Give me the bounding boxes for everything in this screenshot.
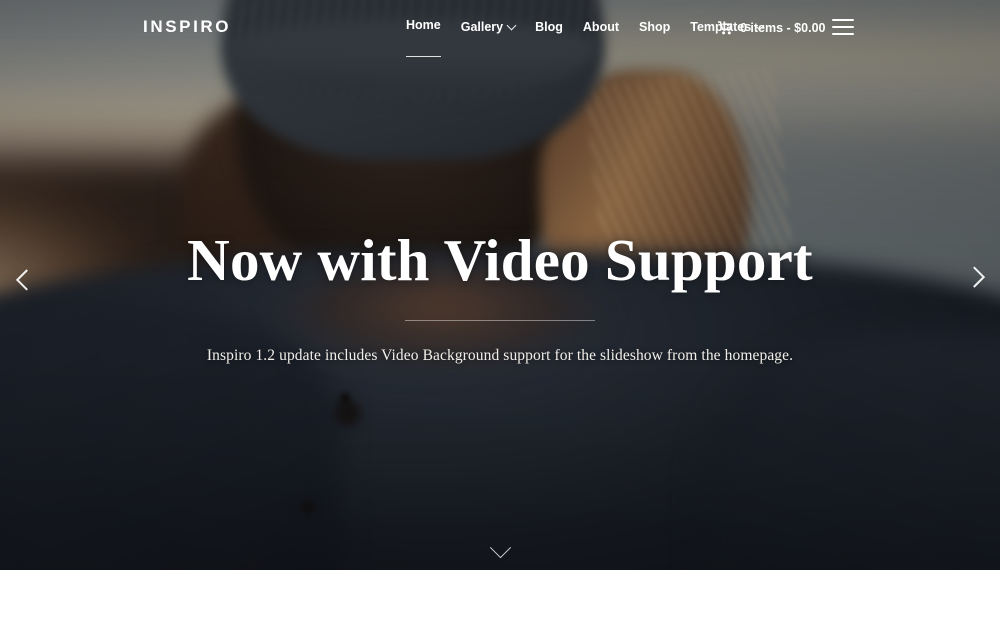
page-content-below-hero [0, 570, 1000, 625]
chevron-down-icon [506, 20, 517, 31]
hamburger-menu-icon[interactable] [832, 19, 854, 35]
cart-label: 0 items - $0.00 [740, 20, 826, 35]
slider-next-button[interactable] [956, 260, 992, 296]
subject-skin-fleck [335, 400, 361, 426]
hamburger-bar [832, 19, 854, 21]
chevron-down-icon [489, 536, 511, 558]
subject-skin-fleck [340, 393, 350, 403]
main-navigation: Home Gallery Blog About Shop Templates [396, 0, 773, 57]
nav-item-label: About [582, 20, 620, 34]
nav-item-blog[interactable]: Blog [525, 0, 573, 55]
chevron-right-icon [963, 265, 985, 288]
subject-skin-fleck [300, 500, 316, 514]
hero-content: Now with Video Support Inspiro 1.2 updat… [0, 227, 1000, 365]
site-header: INSPIRO Home Gallery Blog About Shop Tem… [0, 0, 1000, 57]
chevron-left-icon [15, 268, 37, 291]
hero-slideshow: INSPIRO Home Gallery Blog About Shop Tem… [0, 0, 1000, 570]
site-logo[interactable]: INSPIRO [143, 17, 231, 37]
nav-item-gallery[interactable]: Gallery [451, 0, 525, 55]
hero-subtitle: Inspiro 1.2 update includes Video Backgr… [206, 346, 794, 364]
hero-title: Now with Video Support [187, 227, 813, 293]
hero-divider [405, 319, 595, 321]
hamburger-bar [832, 33, 854, 35]
nav-item-label: Shop [639, 20, 671, 34]
slider-prev-button[interactable] [8, 260, 44, 296]
nav-item-label: Blog [535, 20, 563, 34]
nav-item-about[interactable]: About [573, 0, 629, 55]
nav-item-home[interactable]: Home [396, 0, 451, 57]
nav-item-label: Gallery [460, 20, 504, 34]
nav-item-shop[interactable]: Shop [629, 0, 680, 55]
nav-item-label: Home [406, 0, 441, 57]
cart-summary[interactable]: 0 items - $0.00 [718, 0, 825, 55]
shopping-cart-icon [718, 20, 733, 34]
scroll-down-button[interactable] [483, 536, 517, 562]
hamburger-bar [832, 26, 854, 28]
